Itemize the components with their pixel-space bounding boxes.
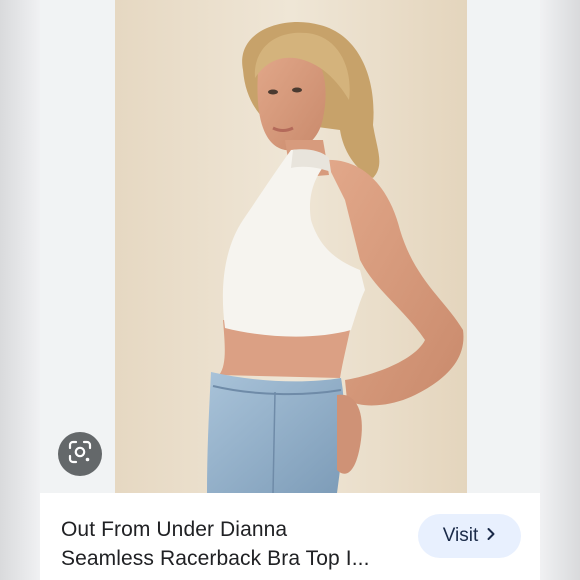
result-title-line-2: Seamless Racerback Bra Top I... — [61, 547, 370, 570]
image-result-viewer: Out From Under Dianna Seamless Racerback… — [0, 0, 580, 580]
result-title[interactable]: Out From Under Dianna Seamless Racerback… — [61, 515, 401, 573]
result-info-bar: Out From Under Dianna Seamless Racerback… — [40, 493, 540, 580]
product-photo-illustration — [115, 0, 467, 493]
chevron-right-icon — [486, 527, 496, 546]
result-title-line-1: Out From Under Dianna — [61, 518, 288, 541]
google-lens-button[interactable] — [58, 432, 102, 476]
left-gutter — [0, 0, 40, 580]
product-photo[interactable] — [115, 0, 467, 493]
visit-button-label: Visit — [442, 525, 479, 546]
right-gutter — [540, 0, 580, 580]
google-lens-icon — [67, 439, 93, 470]
visit-button[interactable]: Visit — [418, 514, 521, 558]
